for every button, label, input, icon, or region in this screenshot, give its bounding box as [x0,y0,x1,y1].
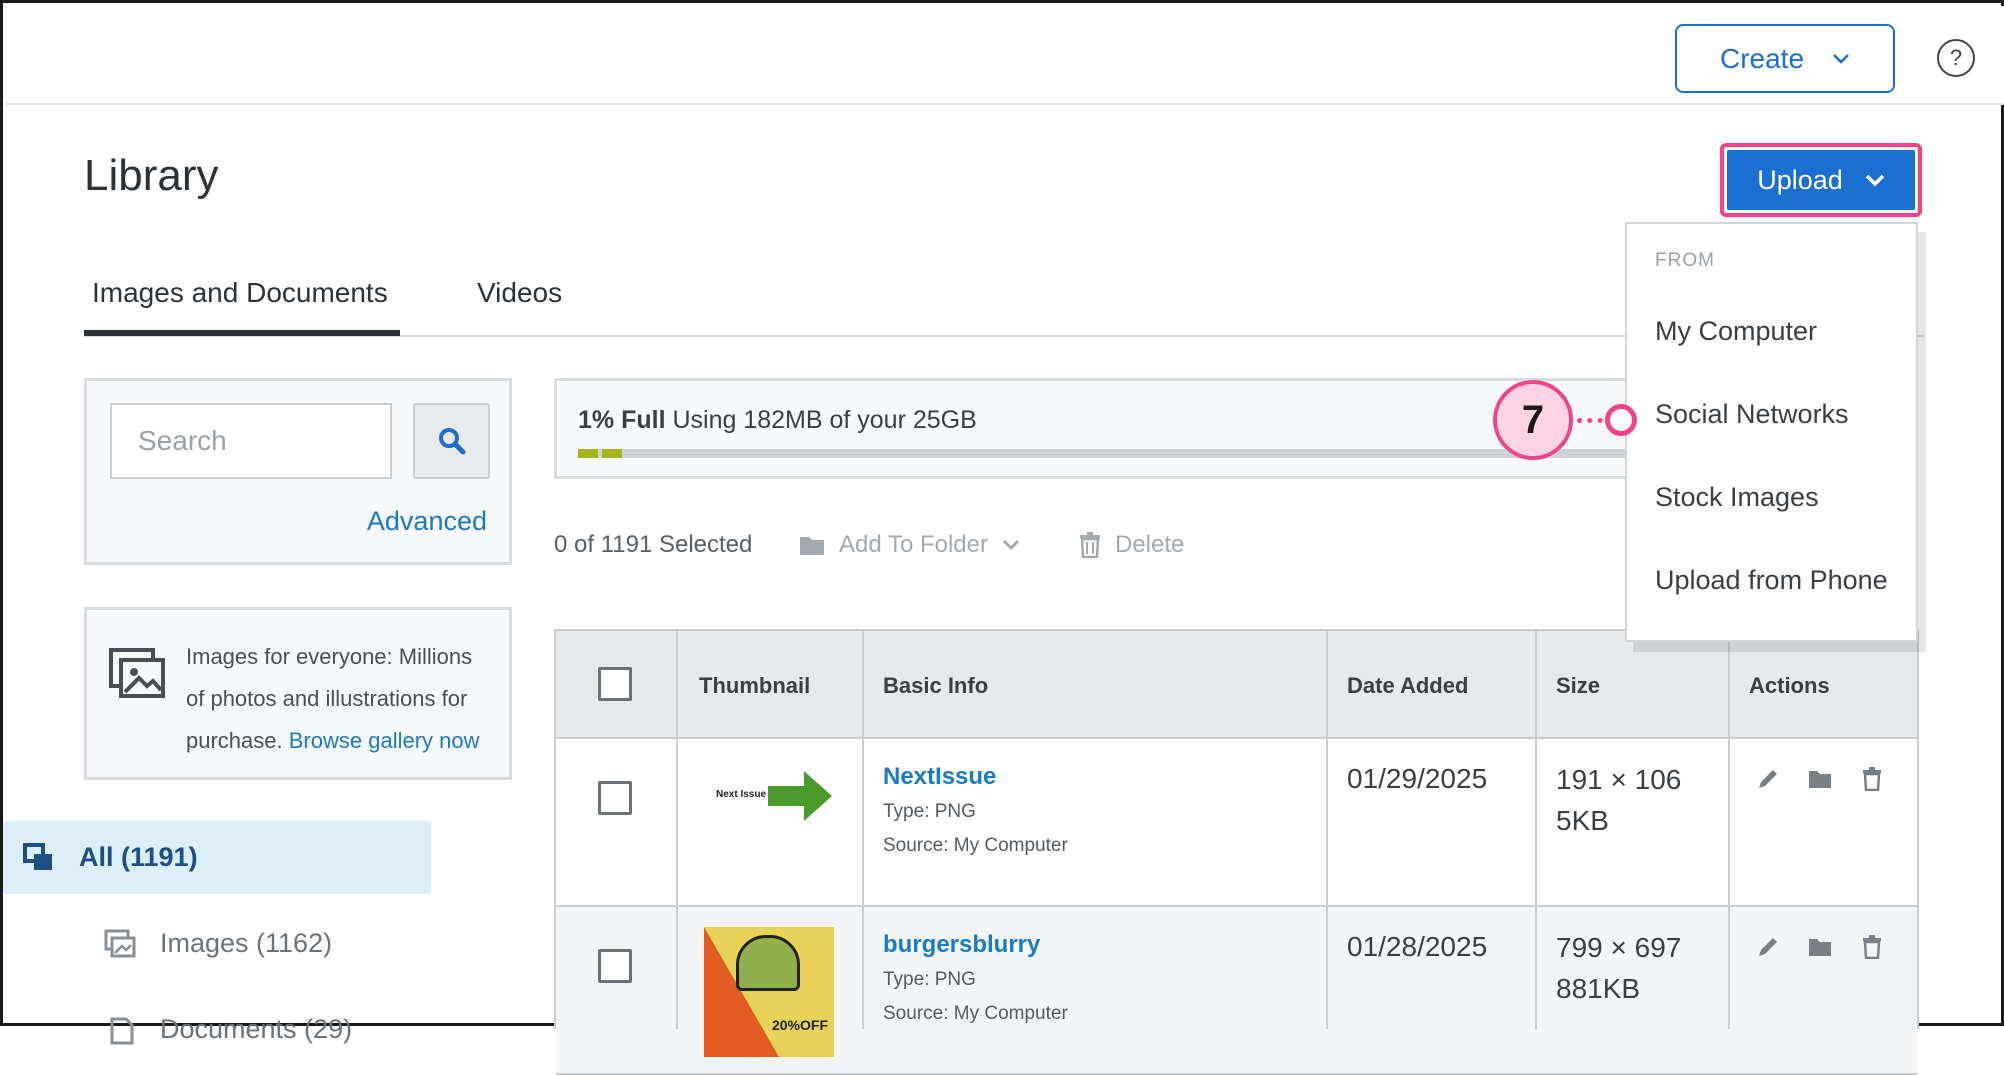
file-bytes: 5KB [1556,805,1609,836]
file-name-link[interactable]: NextIssue [883,763,996,791]
stock-promo-panel: Images for everyone: Millions of photos … [84,607,512,780]
file-dimensions: 191 × 106 [1556,764,1682,795]
app-window: Create ? Library Upload Images and Docum… [0,0,2004,1075]
sidebar-item-all[interactable]: All (1191) [3,821,431,894]
search-input[interactable]: Search [110,403,392,479]
page-title: Library [84,151,219,200]
tab-images-and-documents[interactable]: Images and Documents [92,277,388,309]
browse-gallery-link[interactable]: Browse gallery now [289,728,480,753]
thumbnail-burgersblurry[interactable]: 20%OFF [704,927,834,1057]
date-added: 01/29/2025 [1347,763,1488,794]
file-dimensions: 799 × 697 [1556,932,1682,963]
column-header-date-added[interactable]: Date Added [1347,673,1468,699]
date-added: 01/28/2025 [1347,931,1488,962]
delete-button[interactable]: Delete [1079,531,1184,559]
callout-target-dot [1605,404,1637,436]
folder-icon[interactable] [1808,935,1832,959]
table-header: Thumbnail Basic Info Date Added Size Act… [556,631,1917,739]
column-header-basic-info[interactable]: Basic Info [883,673,988,699]
storage-percent: 1% Full [578,406,666,434]
column-divider [1326,631,1328,1029]
column-divider [1728,631,1730,1029]
file-type: Type: PNG [883,969,976,990]
upload-label: Upload [1757,164,1843,195]
column-divider [862,631,864,1029]
sidebar-item-images[interactable]: Images (1162) [84,907,512,980]
help-icon[interactable]: ? [1937,39,1975,77]
sidebar-item-label: Documents (29) [160,1014,353,1044]
menu-item-stock-images[interactable]: Stock Images [1655,482,1819,513]
table-row[interactable]: Next Issue NextIssue Type: PNG Source: M… [556,739,1917,907]
advanced-search-link[interactable]: Advanced [367,506,487,537]
delete-label: Delete [1115,531,1185,558]
images-icon [104,929,136,957]
column-divider [676,631,678,1029]
row-checkbox[interactable] [598,949,632,983]
chevron-down-icon [1002,539,1020,551]
file-source: Source: My Computer [883,1003,1068,1024]
menu-item-my-computer[interactable]: My Computer [1655,316,1817,347]
column-header-size[interactable]: Size [1556,673,1600,699]
add-to-folder-label: Add To Folder [839,531,988,558]
thumbnail-text: 20%OFF [771,1017,828,1033]
chevron-down-icon [1833,53,1849,64]
column-header-actions: Actions [1749,673,1830,698]
menu-item-upload-from-phone[interactable]: Upload from Phone [1655,565,1888,596]
add-to-folder-button[interactable]: Add To Folder [799,531,1020,559]
arrow-right-icon [768,771,832,821]
table-row[interactable]: 20%OFF burgersblurry Type: PNG Source: M… [556,907,1917,1075]
promo-text: Images for everyone: Millions of photos … [186,636,496,762]
storage-usage: Using 182MB of your 25GB [672,406,977,434]
image-gallery-icon [109,648,165,698]
burger-graphic [736,935,800,991]
file-name-link[interactable]: burgersblurry [883,931,1040,959]
sidebar-item-label: Images (1162) [160,928,333,958]
trash-icon[interactable] [1860,767,1884,791]
row-checkbox[interactable] [598,781,632,815]
create-label: Create [1719,42,1805,74]
storage-progress-fill [578,449,622,458]
storage-text: 1% Full Using 182MB of your 25GB [578,406,977,435]
menu-header: FROM [1655,250,1715,271]
search-button[interactable] [413,403,490,479]
column-header-thumbnail[interactable]: Thumbnail [699,673,810,699]
create-button[interactable]: Create [1675,24,1895,93]
edit-icon[interactable] [1756,767,1780,791]
search-icon [438,428,465,455]
file-size: 799 × 697 881KB [1556,927,1681,1009]
sidebar-item-label: All (1191) [79,842,198,872]
file-size: 191 × 106 5KB [1556,759,1681,841]
upload-button[interactable]: Upload [1727,150,1915,210]
menu-item-social-networks[interactable]: Social Networks [1655,399,1849,430]
step-callout: 7 [1493,380,1573,460]
chevron-down-icon [1865,174,1885,187]
files-table: Thumbnail Basic Info Date Added Size Act… [554,629,1919,1075]
help-glyph: ? [1949,45,1963,70]
trash-icon [1080,532,1100,558]
column-divider [1535,631,1537,1029]
trash-icon[interactable] [1860,935,1884,959]
select-all-checkbox[interactable] [598,667,632,701]
folder-icon [800,537,824,555]
top-bar: Create ? [6,6,2004,105]
file-source: Source: My Computer [883,835,1068,856]
upload-highlight: Upload [1720,143,1922,217]
file-bytes: 881KB [1556,973,1641,1004]
thumbnail-text: Next Issue [716,789,767,800]
thumbnail-nextissue[interactable]: Next Issue [716,769,836,829]
tab-videos[interactable]: Videos [477,277,562,309]
folder-icon[interactable] [1808,767,1832,791]
upload-source-menu: FROM My Computer Social Networks Stock I… [1625,222,1918,642]
documents-icon [110,1017,134,1044]
all-files-icon [23,842,52,870]
file-type: Type: PNG [883,801,976,822]
edit-icon[interactable] [1756,935,1780,959]
active-tab-indicator [84,330,400,336]
selection-count: 0 of 1191 Selected [554,531,753,558]
sidebar-item-documents[interactable]: Documents (29) [84,993,512,1066]
search-panel: Search Advanced [84,378,512,565]
